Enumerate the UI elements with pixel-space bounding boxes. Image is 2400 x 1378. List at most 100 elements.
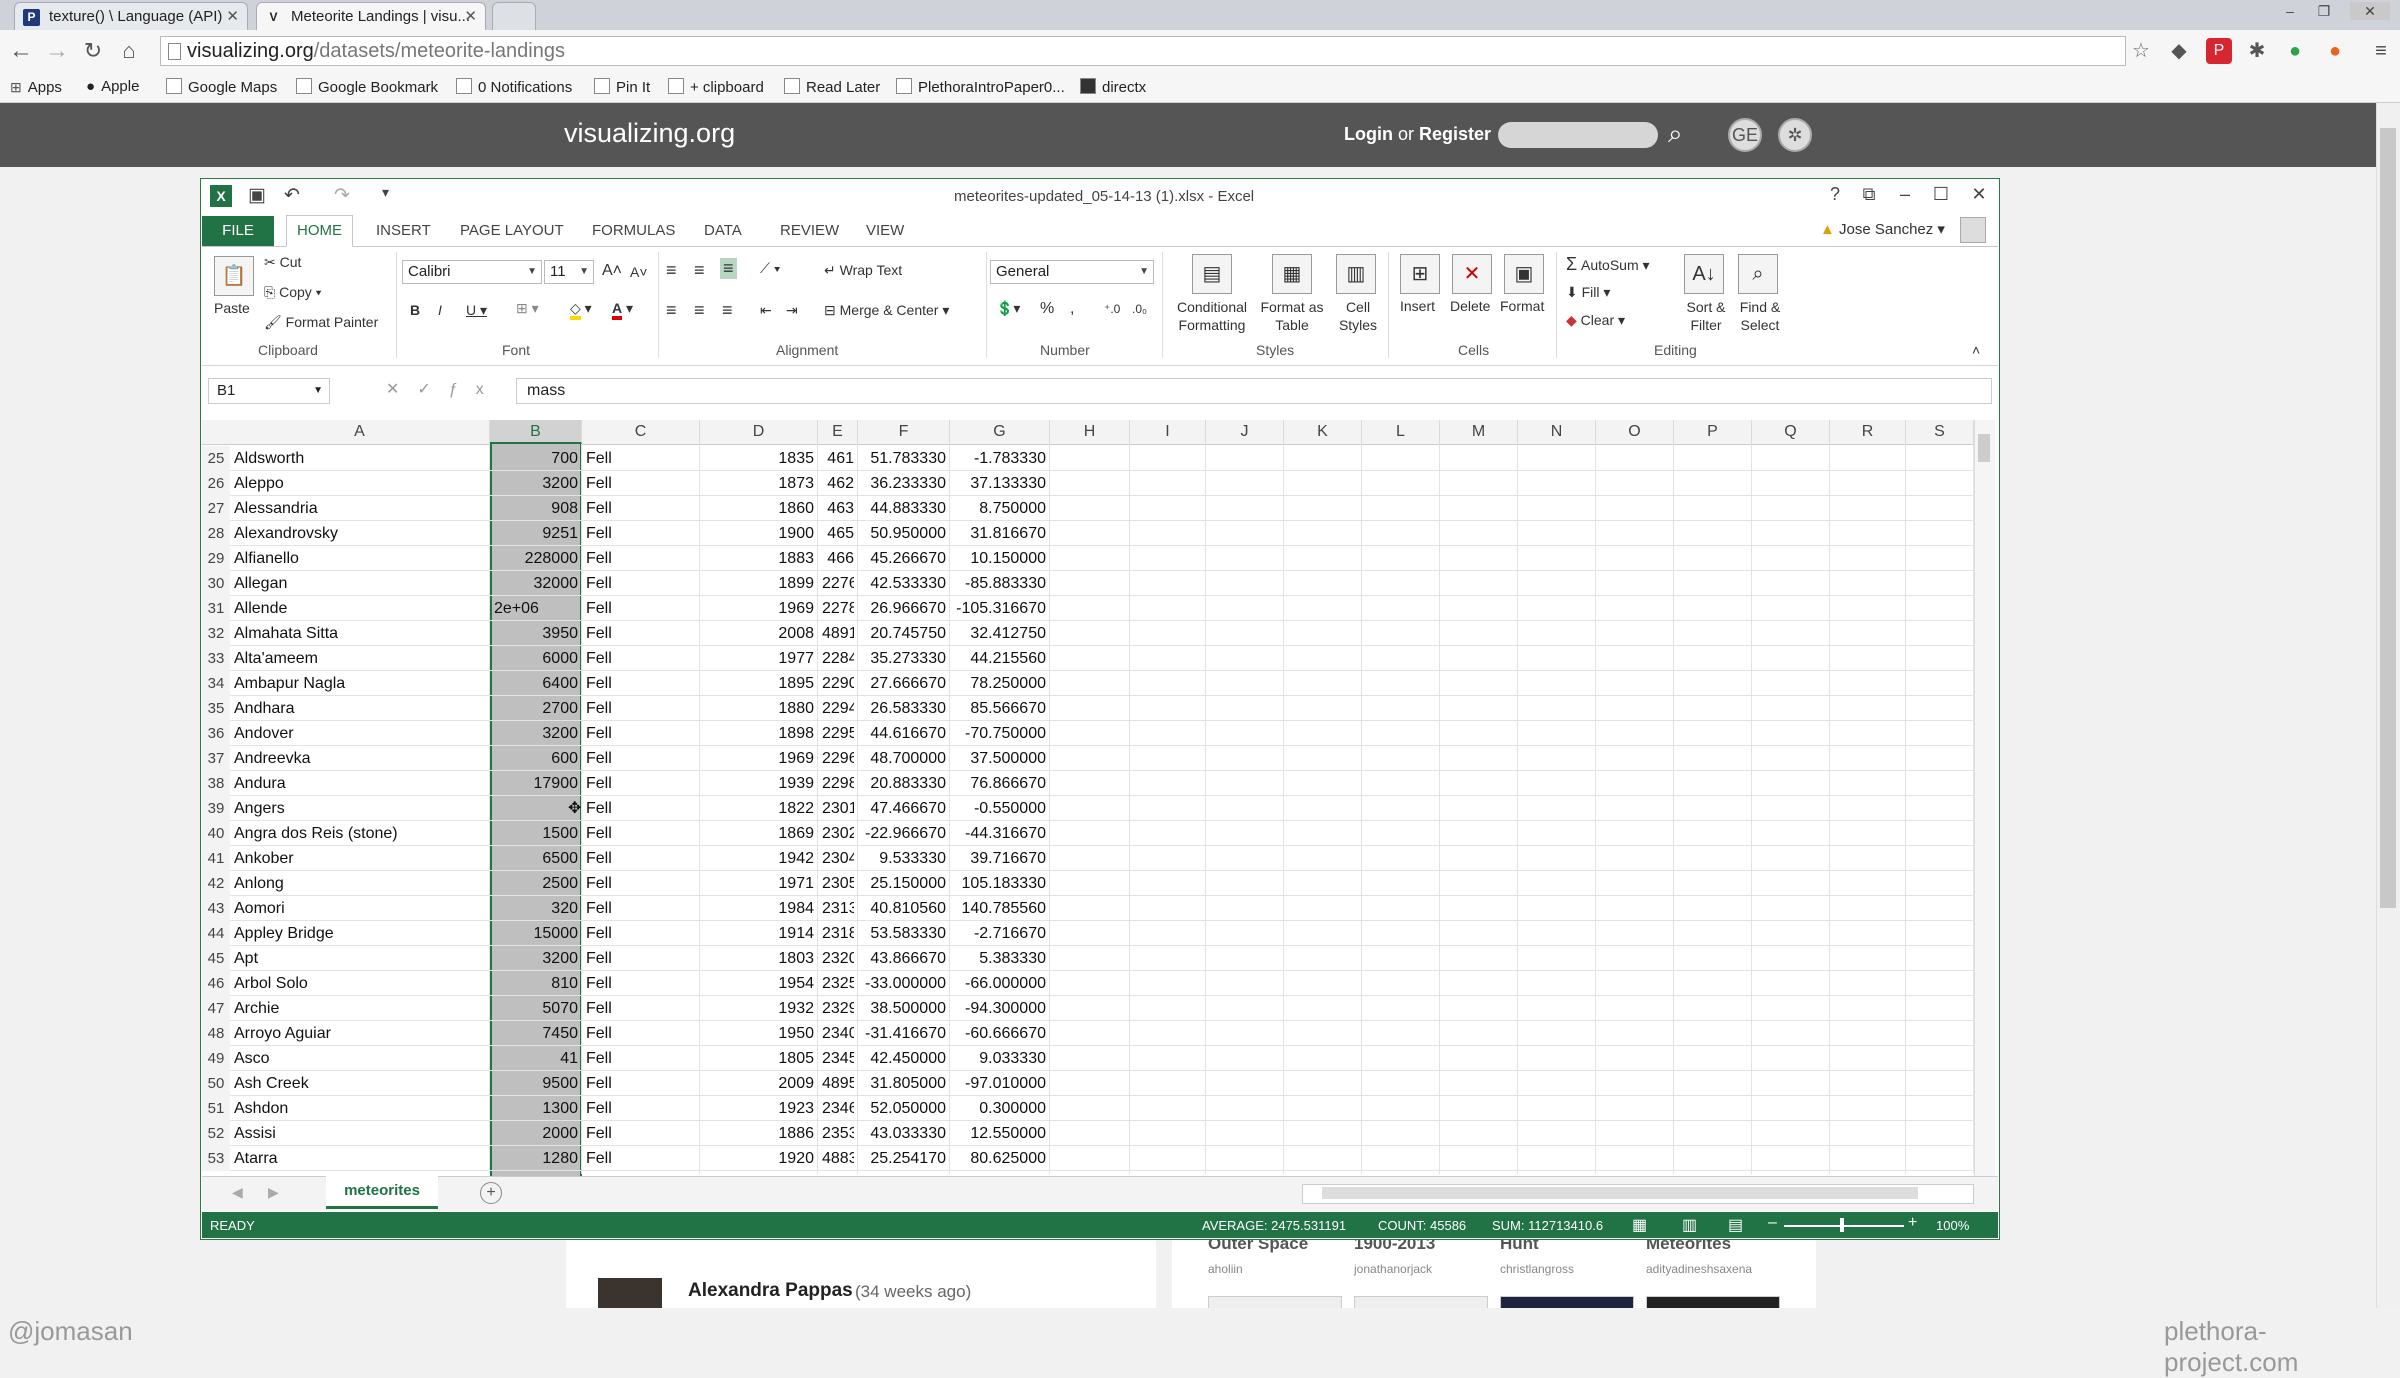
cell-e-row-48[interactable]: 2340: [822, 1021, 854, 1046]
cell-d-row-53[interactable]: 1920: [704, 1146, 814, 1171]
cell-a-row-49[interactable]: Asco: [234, 1046, 488, 1071]
column-header-b[interactable]: B: [490, 420, 582, 444]
cell-c-row-44[interactable]: Fell: [586, 921, 696, 946]
cell-d-row-35[interactable]: 1880: [704, 696, 814, 721]
cell-e-row-41[interactable]: 2304: [822, 846, 854, 871]
cell-f-row-30[interactable]: 42.533330: [862, 571, 946, 596]
sort-filter-button[interactable]: Sort & Filter: [1678, 298, 1734, 334]
cell-e-row-40[interactable]: 2302: [822, 821, 854, 846]
cell-g-row-25[interactable]: -1.783330: [954, 446, 1046, 471]
cell-g-row-33[interactable]: 44.215560: [954, 646, 1046, 671]
cell-c-row-34[interactable]: Fell: [586, 671, 696, 696]
number-format-dropdown[interactable]: General ▼: [990, 260, 1154, 284]
percent-style-icon[interactable]: %: [1040, 300, 1054, 318]
column-header-f[interactable]: F: [858, 420, 950, 444]
cell-c-row-31[interactable]: Fell: [586, 596, 696, 621]
column-header-k[interactable]: K: [1284, 420, 1362, 444]
align-left-icon[interactable]: ≡: [666, 300, 677, 321]
cell-f-row-45[interactable]: 43.866670: [862, 946, 946, 971]
formula-input[interactable]: mass: [516, 378, 1992, 404]
cell-a-row-29[interactable]: Alfianello: [234, 546, 488, 571]
format-as-table-button[interactable]: Format as Table: [1258, 298, 1326, 334]
decrease-font-icon[interactable]: A˅: [630, 264, 648, 280]
cell-g-row-40[interactable]: -44.316670: [954, 821, 1046, 846]
cell-c-row-37[interactable]: Fell: [586, 746, 696, 771]
cell-f-row-39[interactable]: 47.466670: [862, 796, 946, 821]
column-header-i[interactable]: I: [1130, 420, 1206, 444]
collapse-ribbon-icon[interactable]: ˄: [1972, 342, 1980, 358]
cell-a-row-31[interactable]: Allende: [234, 596, 488, 621]
orientation-icon[interactable]: ⟋ ▾: [760, 260, 781, 277]
cell-a-row-52[interactable]: Assisi: [234, 1121, 488, 1146]
site-search-input[interactable]: [1498, 122, 1658, 148]
customize-qat-icon[interactable]: ▾: [382, 184, 389, 201]
address-bar[interactable]: visualizing.org/datasets/meteorite-landi…: [160, 36, 2126, 66]
cell-a-row-48[interactable]: Arroyo Aguiar: [234, 1021, 488, 1046]
cell-d-row-40[interactable]: 1869: [704, 821, 814, 846]
cell-d-row-26[interactable]: 1873: [704, 471, 814, 496]
cell-a-row-34[interactable]: Ambapur Nagla: [234, 671, 488, 696]
cell-g-row-28[interactable]: 31.816670: [954, 521, 1046, 546]
page-scrollbar-thumb[interactable]: [2380, 128, 2396, 908]
cell-e-row-47[interactable]: 2329: [822, 996, 854, 1021]
cell-c-row-35[interactable]: Fell: [586, 696, 696, 721]
cell-g-row-26[interactable]: 37.133330: [954, 471, 1046, 496]
cell-e-row-38[interactable]: 2298: [822, 771, 854, 796]
find-select-button[interactable]: Find & Select: [1732, 298, 1788, 334]
cell-g-row-36[interactable]: -70.750000: [954, 721, 1046, 746]
cell-g-row-42[interactable]: 105.183330: [954, 871, 1046, 896]
bookmark-read-later[interactable]: Read Later: [784, 78, 880, 97]
row-header[interactable]: 27: [202, 496, 230, 521]
cell-b-row-40[interactable]: 1500: [494, 821, 578, 846]
cell-d-row-49[interactable]: 1805: [704, 1046, 814, 1071]
normal-view-icon[interactable]: ▦: [1632, 1215, 1647, 1235]
cell-a-row-51[interactable]: Ashdon: [234, 1096, 488, 1121]
cell-a-row-27[interactable]: Alessandria: [234, 496, 488, 521]
browser-tab-processing[interactable]: P texture() \ Language (API) ✕: [14, 2, 248, 30]
cell-e-row-42[interactable]: 2305: [822, 871, 854, 896]
cell-e-row-50[interactable]: 48954: [822, 1071, 854, 1096]
reload-icon[interactable]: ↻: [78, 36, 108, 66]
cell-c-row-45[interactable]: Fell: [586, 946, 696, 971]
cell-g-row-46[interactable]: -66.000000: [954, 971, 1046, 996]
vertical-scrollbar-thumb[interactable]: [1978, 434, 1990, 462]
cell-b-row-26[interactable]: 3200: [494, 471, 578, 496]
cell-d-row-51[interactable]: 1923: [704, 1096, 814, 1121]
cell-c-row-27[interactable]: Fell: [586, 496, 696, 521]
column-header-m[interactable]: M: [1440, 420, 1518, 444]
cell-c-row-29[interactable]: Fell: [586, 546, 696, 571]
cell-f-row-26[interactable]: 36.233330: [862, 471, 946, 496]
minimize-window-icon[interactable]: –: [2278, 2, 2302, 20]
cell-b-row-38[interactable]: 17900: [494, 771, 579, 796]
cell-b-row-28[interactable]: 9251: [494, 521, 578, 546]
cell-g-row-35[interactable]: 85.566670: [954, 696, 1046, 721]
cell-f-row-43[interactable]: 40.810560: [862, 896, 946, 921]
conditional-formatting-icon[interactable]: ▤: [1192, 254, 1232, 294]
row-header[interactable]: 34: [202, 671, 230, 696]
cell-b-row-39[interactable]: [494, 796, 578, 821]
row-header[interactable]: 29: [202, 546, 230, 571]
cell-a-row-40[interactable]: Angra dos Reis (stone): [234, 821, 488, 846]
cell-a-row-46[interactable]: Arbol Solo: [234, 971, 488, 996]
format-as-table-icon[interactable]: ▦: [1272, 254, 1312, 294]
cell-d-row-34[interactable]: 1895: [704, 671, 814, 696]
undo-icon[interactable]: ↶: [284, 184, 300, 207]
column-header-j[interactable]: J: [1206, 420, 1284, 444]
cell-f-row-27[interactable]: 44.883330: [862, 496, 946, 521]
cell-e-row-36[interactable]: 2295: [822, 721, 854, 746]
back-icon[interactable]: ←: [6, 36, 36, 66]
menu-icon[interactable]: ≡: [2368, 38, 2394, 64]
cell-c-row-38[interactable]: Fell: [586, 771, 696, 796]
format-cells-icon[interactable]: ▣: [1504, 254, 1544, 294]
column-header-r[interactable]: R: [1830, 420, 1906, 444]
top-align-icon[interactable]: ≡: [666, 260, 677, 281]
cell-styles-icon[interactable]: ▥: [1336, 254, 1376, 294]
cell-c-row-40[interactable]: Fell: [586, 821, 696, 846]
evernote-icon[interactable]: ●: [2282, 38, 2308, 64]
column-header-l[interactable]: L: [1362, 420, 1440, 444]
sheet-tab-meteorites[interactable]: meteorites: [326, 1176, 438, 1209]
close-icon[interactable]: ✕: [1966, 184, 1992, 205]
cell-b-row-27[interactable]: 908: [494, 496, 578, 521]
delete-cells-icon[interactable]: ✕: [1452, 254, 1492, 294]
cell-b-row-50[interactable]: 9500: [494, 1071, 578, 1096]
